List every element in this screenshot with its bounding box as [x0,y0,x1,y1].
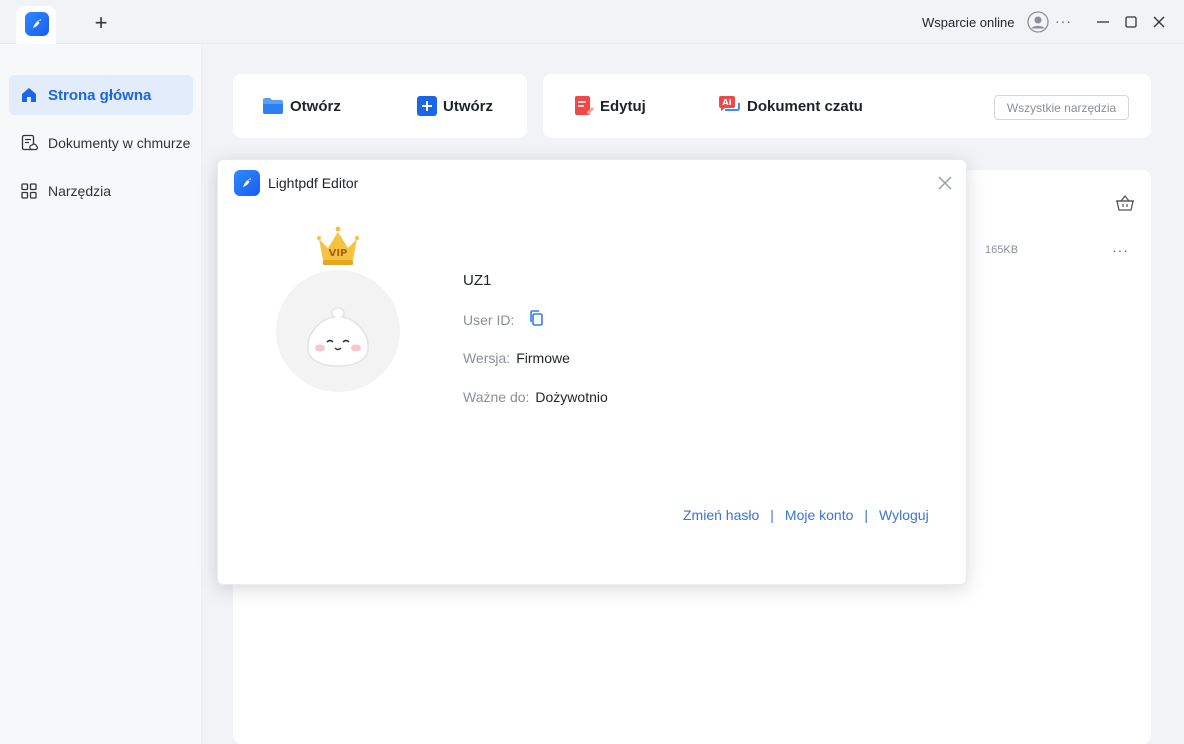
svg-text:AI: AI [722,98,731,107]
close-window-button[interactable] [1149,12,1169,32]
vip-badge-text: VIP [329,248,348,259]
row-more-button[interactable]: ··· [1112,242,1129,258]
open-label: Otwórz [290,97,341,115]
minimize-button[interactable] [1093,12,1113,32]
account-links: Zmień hasło | Moje konto | Wyloguj [683,507,929,523]
online-support-link[interactable]: Wsparcie online [922,15,1015,30]
basket-icon[interactable] [1115,194,1135,217]
edit-label: Edytuj [600,97,646,115]
more-menu-button[interactable]: ··· [1055,13,1072,29]
sidebar-item-label: Dokumenty w chmurze [48,135,191,151]
sidebar-item-label: Strona główna [48,86,152,104]
link-separator: | [770,507,774,523]
copy-icon[interactable] [528,310,544,329]
avatar: VIP [276,226,400,392]
edit-button[interactable]: Edytuj [574,96,646,116]
username: UZ1 [463,272,492,289]
ai-chat-icon: AI [719,96,740,111]
logout-link[interactable]: Wyloguj [879,507,929,523]
app-logo-icon [234,170,260,196]
version-row: Wersja: Firmowe [463,350,570,366]
sidebar: Strona główna Dokumenty w chmurze Narzęd… [0,44,202,744]
chat-label: Dokument czatu [747,97,863,115]
change-password-link[interactable]: Zmień hasło [683,507,759,523]
close-icon[interactable] [936,174,954,192]
new-tab-button[interactable]: + [90,12,112,34]
version-value: Firmowe [516,350,570,366]
app-logo-icon [25,12,49,36]
edit-document-icon [575,96,594,115]
link-separator: | [864,507,869,523]
dialog-title: Lightpdf Editor [268,175,359,191]
mascot-icon [307,307,369,367]
plus-square-icon [417,96,437,116]
maximize-button[interactable] [1121,12,1141,32]
all-tools-button[interactable]: Wszystkie narzędzia [994,95,1129,120]
vip-crown-icon: VIP [317,226,359,265]
valid-until-value: Dożywotnio [535,389,608,405]
folder-icon [263,98,283,114]
create-button[interactable]: Utwórz [417,96,493,116]
open-button[interactable]: Otwórz [262,96,341,116]
home-icon [22,88,36,102]
sidebar-item-cloud-documents[interactable]: Dokumenty w chmurze [9,123,193,163]
version-label: Wersja: [463,350,511,366]
cloud-documents-icon [21,134,38,151]
user-avatar-icon[interactable] [1027,11,1049,33]
dialog-header: Lightpdf Editor [234,170,358,196]
chat-document-button[interactable]: AI Dokument czatu [717,96,863,116]
my-account-link[interactable]: Moje konto [785,507,853,523]
user-id-label: User ID: [463,311,515,328]
title-bar: + Wsparcie online ··· [0,0,1184,44]
sidebar-item-tools[interactable]: Narzędzia [9,171,193,211]
create-label: Utwórz [443,97,493,115]
sidebar-item-home[interactable]: Strona główna [9,75,193,115]
grid-icon [21,183,37,199]
valid-until-row: Ważne do: Dożywotnio [463,389,608,405]
sidebar-item-label: Narzędzia [48,183,112,199]
valid-until-label: Ważne do: [463,389,530,405]
file-size: 165KB [985,244,1019,256]
user-id-row: User ID: [463,310,544,329]
account-dialog: Lightpdf Editor VIP UZ1 User ID: Wersja:… [217,159,967,585]
